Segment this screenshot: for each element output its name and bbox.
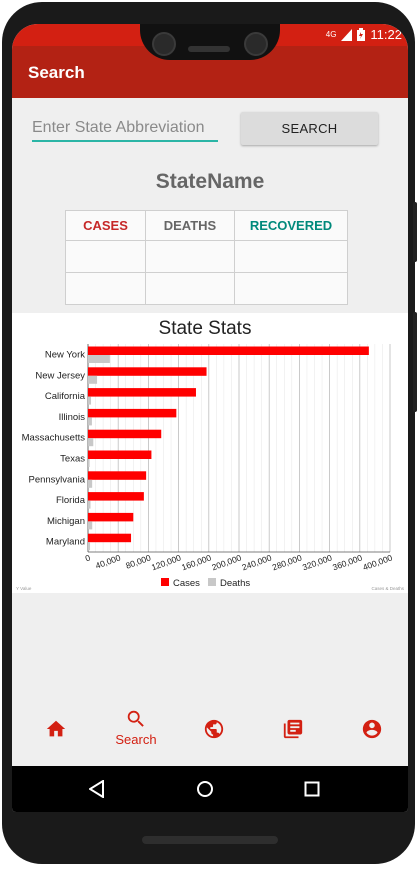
bar-deaths xyxy=(88,500,91,509)
volume-button xyxy=(413,312,417,412)
power-button xyxy=(413,202,417,262)
category-label: Pennsylvania xyxy=(28,474,85,485)
nav-item-search[interactable]: Search xyxy=(106,708,166,758)
bar-deaths xyxy=(88,438,94,447)
network-label: 4G xyxy=(325,30,337,39)
nav-item-home[interactable] xyxy=(26,708,86,758)
search-icon xyxy=(127,710,144,727)
status-icons: 4G 11:22 xyxy=(326,27,402,42)
state-name-title: StateName xyxy=(155,170,265,193)
x-tick-label: 360,000 xyxy=(331,552,364,572)
recents-icon[interactable] xyxy=(304,781,320,797)
camera-icon xyxy=(152,32,176,56)
recovered-cell xyxy=(234,240,348,273)
x-tick-label: 40,000 xyxy=(94,552,122,570)
camera-notch xyxy=(140,24,280,60)
cases-header: CASES xyxy=(65,210,146,241)
x-tick-label: 80,000 xyxy=(124,552,152,570)
x-tick-label: 200,000 xyxy=(210,552,243,572)
nav-item-search-label: Search xyxy=(115,732,157,747)
bar-cases xyxy=(88,367,207,376)
x-tick-label: 160,000 xyxy=(180,552,213,572)
account-icon xyxy=(362,719,382,739)
bar-deaths xyxy=(88,375,98,384)
legend-cases-label: Cases xyxy=(173,578,200,589)
category-label: New York xyxy=(45,350,85,361)
bar-cases xyxy=(88,512,134,522)
bar-cases xyxy=(88,492,144,501)
screen: 4G 11:22 Search SEARCH StateName CASES D… xyxy=(12,24,408,812)
bar-deaths xyxy=(88,459,90,467)
category-label: Florida xyxy=(56,495,86,506)
phone-frame: 4G 11:22 Search SEARCH StateName CASES D… xyxy=(2,2,417,864)
category-label: Illinois xyxy=(59,412,86,423)
recovered-header: RECOVERED xyxy=(234,210,348,241)
legend-deaths-label: Deaths xyxy=(220,578,250,589)
bar-cases xyxy=(88,346,369,355)
stats-header-row: CASES DEATHS RECOVERED xyxy=(65,210,348,241)
bottom-navigation: Search xyxy=(12,694,408,766)
chart-svg: State Stats New York New Jersey California… xyxy=(16,318,405,591)
stats-row xyxy=(65,240,348,273)
nav-item-news[interactable] xyxy=(263,708,323,758)
bar-deaths xyxy=(88,396,92,405)
x-tick-label: 120,000 xyxy=(150,552,183,572)
bar-deaths xyxy=(88,542,91,551)
deaths-header: DEATHS xyxy=(145,210,235,241)
chart-legend: Cases Deaths xyxy=(161,578,250,589)
x-tick-label: 400,000 xyxy=(361,552,394,572)
category-label: Massachusetts xyxy=(22,433,86,444)
battery-icon xyxy=(357,28,366,41)
legend-deaths-swatch xyxy=(208,578,216,586)
chart-corner-left-label: Y Value xyxy=(16,586,32,591)
x-tick-label: 320,000 xyxy=(301,552,334,572)
nav-item-globe[interactable] xyxy=(184,708,244,758)
bar-cases xyxy=(88,471,147,480)
camera-icon xyxy=(244,32,268,56)
home-icon xyxy=(46,720,66,737)
x-tick-label: 240,000 xyxy=(241,552,274,572)
legend-cases-swatch xyxy=(161,578,169,586)
home-circle-icon[interactable] xyxy=(196,780,214,798)
app-bar-title: Search xyxy=(28,63,85,82)
chart-corner-right-label: Cases & Deaths xyxy=(371,586,404,591)
state-abbreviation-input[interactable] xyxy=(32,116,218,142)
bar-cases xyxy=(88,388,196,397)
cases-cell xyxy=(65,272,146,305)
nav-item-account[interactable] xyxy=(342,708,402,758)
search-button[interactable]: SEARCH xyxy=(241,112,378,145)
chart-title: State Stats xyxy=(159,318,252,339)
category-label: Texas xyxy=(60,454,85,465)
category-label: New Jersey xyxy=(35,370,85,381)
earpiece-speaker xyxy=(188,46,230,52)
x-tick-label: 0 xyxy=(84,552,92,563)
x-tick-label: 280,000 xyxy=(271,552,304,572)
system-navigation-bar xyxy=(12,766,408,812)
category-label: Michigan xyxy=(47,516,85,527)
bottom-speaker xyxy=(142,836,278,844)
bar-cases xyxy=(88,450,152,459)
bar-deaths xyxy=(88,417,92,426)
back-icon[interactable] xyxy=(89,780,105,798)
bar-deaths xyxy=(88,521,93,530)
bar-deaths xyxy=(88,479,93,488)
state-stats-chart: State Stats New York New Jersey California… xyxy=(12,313,408,593)
category-label: California xyxy=(45,391,86,402)
signal-icon xyxy=(341,28,353,41)
deaths-cell xyxy=(145,272,235,305)
bar-cases xyxy=(88,408,177,418)
news-icon xyxy=(283,719,303,739)
cases-cell xyxy=(65,240,146,273)
bar-cases xyxy=(88,533,132,543)
recovered-cell xyxy=(234,272,348,305)
globe-icon xyxy=(204,719,224,739)
deaths-cell xyxy=(145,240,235,273)
stats-table: CASES DEATHS RECOVERED xyxy=(65,210,348,305)
stats-row xyxy=(65,272,348,305)
bar-deaths xyxy=(88,355,110,363)
bar-cases xyxy=(88,429,162,439)
clock: 11:22 xyxy=(370,27,402,42)
category-label: Maryland xyxy=(46,537,85,548)
